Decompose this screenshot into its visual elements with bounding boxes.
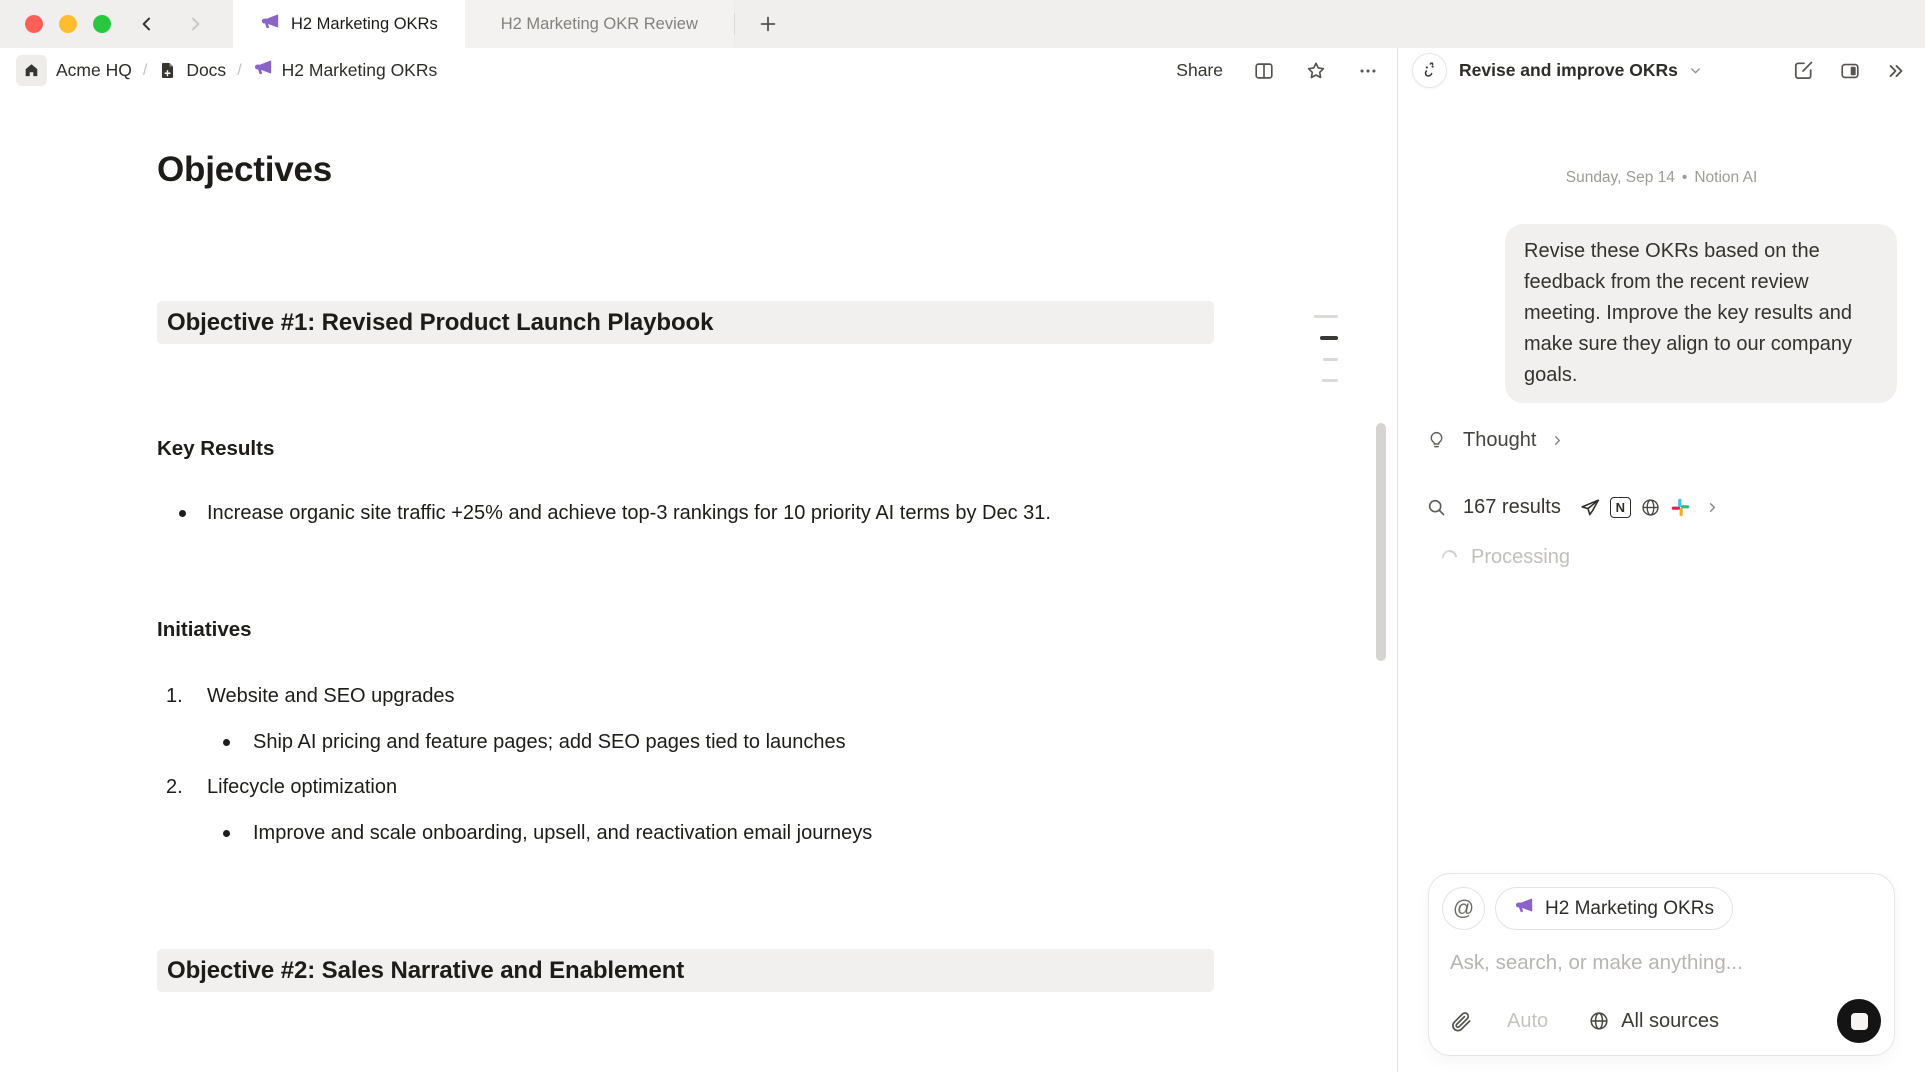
tab-label: H2 Marketing OKR Review [501,15,698,34]
results-count-label: 167 results [1463,496,1561,519]
list-number: 1. [166,678,207,715]
favorite-star-icon[interactable] [1305,60,1327,82]
attachment-icon[interactable] [1450,1010,1473,1033]
bullet-dot [223,739,230,746]
split-view-icon[interactable] [1253,60,1275,82]
window-minimize-button[interactable] [59,15,77,33]
tab-label: H2 Marketing OKRs [291,15,438,34]
document-content: Objectives Objective #1: Revised Product… [0,93,1397,1072]
share-button[interactable]: Share [1176,60,1223,81]
window-controls [0,0,135,48]
megaphone-icon [1514,896,1534,922]
slack-icon [1670,497,1691,518]
app-window: H2 Marketing OKRs H2 Marketing OKR Revie… [0,0,1925,1072]
more-options-icon[interactable] [1357,60,1379,82]
ai-chat-area: Sunday, Sep 14•Notion AI Revise these OK… [1398,93,1925,873]
ai-prompt-input[interactable]: Ask, search, or make anything... [1450,951,1881,975]
initiative-subitem-1: Ship AI pricing and feature pages; add S… [157,724,1214,761]
chevron-down-icon[interactable] [1688,63,1703,78]
processing-status-row: Processing [1426,546,1897,569]
notion-ai-face-icon [1412,53,1447,88]
history-back-icon[interactable] [137,14,157,34]
stop-icon [1851,1013,1868,1030]
home-icon[interactable] [16,55,47,86]
loading-spinner-icon [1439,547,1460,568]
initiative-title: Lifecycle optimization [207,769,397,806]
notion-ai-panel: Revise and improve OKRs [1398,48,1925,1072]
window-close-button[interactable] [25,15,43,33]
breadcrumb-label: H2 Marketing OKRs [282,60,438,81]
initiative-title: Website and SEO upgrades [207,678,455,715]
initiative-item-1: 1. Website and SEO upgrades [157,678,1214,715]
page-outline-indicator[interactable] [1314,315,1338,382]
ai-panel-header: Revise and improve OKRs [1398,48,1925,93]
list-number: 2. [166,769,207,806]
chat-date: Sunday, Sep 14 [1566,169,1675,186]
document-topbar: Acme HQ / Docs / H2 Marketing [0,48,1397,93]
bullet-dot [223,830,230,837]
key-result-item: Increase organic site traffic +25% and a… [157,495,1214,532]
new-tab-button[interactable] [735,0,801,48]
tab-h2-marketing-okr-review[interactable]: H2 Marketing OKR Review [465,0,734,48]
breadcrumb-separator: / [235,62,243,80]
breadcrumb-item-acme-hq[interactable]: Acme HQ [56,60,132,81]
globe-icon [1640,497,1661,518]
breadcrumb-item-h2-marketing-okrs[interactable]: H2 Marketing OKRs [253,58,438,83]
mention-button[interactable]: @ [1442,887,1485,930]
key-result-text: Increase organic site traffic +25% and a… [207,495,1051,532]
key-results-heading: Key Results [157,436,1214,462]
chevron-right-icon [1550,433,1565,448]
mode-selector[interactable]: Auto [1507,1010,1548,1033]
breadcrumb-label: Docs [186,60,226,81]
breadcrumb-item-docs[interactable]: Docs [158,60,226,81]
vertical-scrollbar[interactable] [1376,423,1386,661]
ai-input-card[interactable]: @ H2 Marketing OKRs Ask, search, or make… [1428,873,1895,1056]
tab-bar: H2 Marketing OKRs H2 Marketing OKR Revie… [0,0,1925,48]
tab-h2-marketing-okrs[interactable]: H2 Marketing OKRs [233,0,465,48]
initiative-item-2: 2. Lifecycle optimization [157,769,1214,806]
initiatives-heading: Initiatives [157,617,1214,643]
breadcrumb-label: Acme HQ [56,60,132,81]
panel-toggle-icon[interactable] [1839,60,1861,82]
megaphone-icon [253,58,273,83]
context-page-chip[interactable]: H2 Marketing OKRs [1495,887,1733,930]
date-separator: • [1675,169,1694,186]
initiative-subtext: Ship AI pricing and feature pages; add S… [253,724,846,761]
breadcrumb-separator: / [141,62,149,80]
thought-step-row[interactable]: Thought [1426,429,1897,452]
paper-plane-icon [1579,497,1601,519]
sources-label: All sources [1621,1010,1719,1033]
chevron-right-icon [1705,500,1720,515]
breadcrumb: Acme HQ / Docs / H2 Marketing [16,55,437,86]
ai-thread-title[interactable]: Revise and improve OKRs [1459,60,1678,81]
source-icons: N [1579,497,1691,519]
user-message-bubble: Revise these OKRs based on the feedback … [1505,224,1897,403]
objective-2-heading[interactable]: Objective #2: Sales Narrative and Enable… [157,949,1214,992]
thought-label: Thought [1463,429,1536,452]
window-zoom-button[interactable] [93,15,111,33]
chat-date-row: Sunday, Sep 14•Notion AI [1426,169,1897,187]
notion-logo-icon: N [1610,497,1631,518]
initiative-subtext: Improve and scale onboarding, upsell, an… [253,815,872,852]
objective-1-heading[interactable]: Objective #1: Revised Product Launch Pla… [157,301,1214,344]
stop-generation-button[interactable] [1837,999,1881,1043]
document-plus-icon [158,61,177,80]
sources-selector[interactable]: All sources [1588,1010,1719,1033]
document-pane: Acme HQ / Docs / H2 Marketing [0,48,1397,1072]
new-chat-compose-icon[interactable] [1792,59,1815,82]
search-results-row[interactable]: 167 results N [1426,496,1897,519]
search-icon [1426,497,1447,518]
double-chevron-right-icon[interactable] [1885,60,1907,82]
agent-name: Notion AI [1694,169,1757,186]
processing-label: Processing [1471,546,1570,569]
bullet-dot [179,510,186,517]
lightbulb-icon [1426,430,1447,451]
history-forward-icon[interactable] [185,14,205,34]
initiative-subitem-2: Improve and scale onboarding, upsell, an… [157,815,1214,852]
globe-icon [1588,1010,1610,1032]
context-chip-label: H2 Marketing OKRs [1545,898,1714,920]
page-title: Objectives [157,150,1214,190]
megaphone-icon [260,12,280,37]
